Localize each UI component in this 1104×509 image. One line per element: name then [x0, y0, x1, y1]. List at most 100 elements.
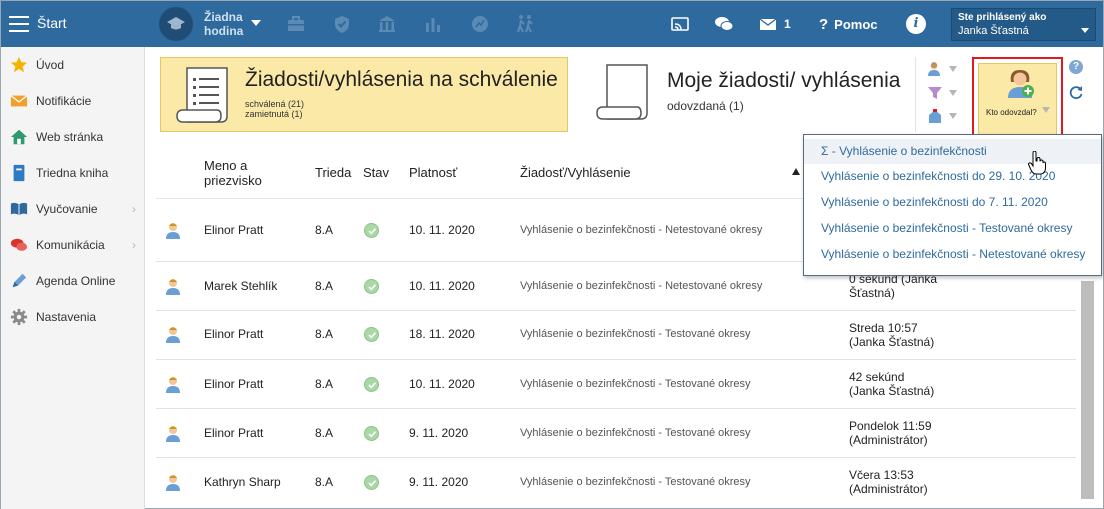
book-icon: [10, 164, 28, 182]
sidebar-item-nastavenia[interactable]: Nastavenia: [1, 299, 144, 335]
person-add-icon: [1008, 70, 1034, 98]
row-request-type: Vyhlásenie o bezinfekčnosti - Netestovan…: [520, 224, 763, 236]
column-header-request[interactable]: Žiadosť/Vyhlásenie: [520, 165, 631, 180]
person-icon: [166, 327, 180, 343]
sidebar-item-label: Úvod: [36, 58, 65, 72]
menu-icon[interactable]: [9, 16, 29, 32]
approved-check-icon: [364, 327, 379, 342]
row-name[interactable]: Elinor Pratt: [204, 327, 263, 341]
row-name[interactable]: Kathryn Sharp: [204, 475, 281, 489]
row-name[interactable]: Elinor Pratt: [204, 426, 263, 440]
info-icon[interactable]: i: [906, 14, 926, 34]
class-filter-button[interactable]: [927, 106, 963, 126]
column-header-name[interactable]: Meno a priezvisko: [204, 158, 274, 188]
sort-ascending-icon[interactable]: [792, 168, 800, 175]
chevron-down-icon: [1081, 28, 1089, 33]
row-time: Streda 10:57 (Janka Šťastná): [849, 321, 935, 349]
submitted-count: odovzdaná (1): [667, 99, 744, 113]
help-icon[interactable]: ?: [1069, 60, 1083, 74]
approved-check-icon: [364, 475, 379, 490]
refresh-icon[interactable]: [1068, 84, 1084, 100]
lesson-selector[interactable]: Žiadna hodina: [204, 10, 243, 38]
chart-circle-icon[interactable]: [469, 13, 491, 35]
dropdown-option[interactable]: Vyhlásenie o bezinfekčnosti - Netestovan…: [804, 242, 1101, 267]
message-count-badge: 1: [784, 17, 791, 31]
chevron-down-icon[interactable]: [251, 20, 261, 26]
chevron-right-icon: ›: [132, 202, 136, 216]
top-bar: Štart Žiadna hodina 1 ? Pomoc i Ste prihl…: [1, 1, 1103, 47]
row-time: Včera 13:53 (Administrátor): [849, 468, 928, 496]
chat-icon[interactable]: [713, 13, 735, 35]
scrollbar-thumb[interactable]: [1081, 281, 1094, 499]
help-button[interactable]: ? Pomoc: [819, 16, 878, 33]
dropdown-option[interactable]: Σ - Vyhlásenie o bezinfekčnosti: [804, 139, 1101, 164]
request-type-dropdown: Σ - Vyhlásenie o bezinfekčnosti Vyhlásen…: [803, 134, 1102, 276]
column-header-class[interactable]: Trieda: [315, 165, 351, 180]
row-time: 0 sekúnd (Janka Šťastná): [849, 272, 938, 300]
person-filter-icon: [928, 62, 940, 76]
who-submitted-button[interactable]: Kto odovzdal?: [978, 63, 1057, 135]
filter-button[interactable]: [927, 83, 963, 103]
shield-icon[interactable]: [331, 13, 353, 35]
open-book-icon: [10, 200, 28, 218]
cast-icon[interactable]: [669, 13, 691, 35]
person-filter-button[interactable]: [927, 59, 963, 79]
row-validity: 9. 11. 2020: [409, 426, 469, 440]
person-icon: [166, 223, 180, 239]
row-class: 8.A: [315, 426, 334, 440]
gear-icon: [10, 308, 28, 326]
row-validity: 10. 11. 2020: [409, 223, 475, 237]
sidebar-item-vyucovanie[interactable]: Vyučovanie ›: [1, 191, 144, 227]
question-icon: ?: [819, 16, 829, 33]
start-label[interactable]: Štart: [37, 15, 67, 31]
requests-to-approve-card[interactable]: Žiadosti/vyhlásenia na schválenie schvál…: [160, 57, 568, 132]
sidebar-item-komunikacia[interactable]: Komunikácia ›: [1, 227, 144, 263]
sidebar-item-label: Vyučovanie: [36, 202, 98, 216]
approved-check-icon: [364, 223, 379, 238]
requests-title: Žiadosti/vyhlásenia na schválenie: [245, 68, 558, 91]
briefcase-icon[interactable]: [285, 13, 307, 35]
row-request-type: Vyhlásenie o bezinfekčnosti - Testované …: [520, 476, 751, 488]
who-submitted-highlight: Kto odovzdal?: [972, 57, 1063, 141]
row-time: Pondelok 11:59 (Administrátor): [849, 419, 932, 447]
chevron-down-icon: [1042, 107, 1050, 113]
sidebar-item-label: Nastavenia: [36, 310, 97, 324]
sidebar-item-label: Web stránka: [36, 130, 104, 144]
sidebar-item-label: Triedna kniha: [36, 166, 109, 180]
column-header-validity[interactable]: Platnosť: [409, 165, 457, 180]
my-requests-card[interactable]: Moje žiadosti/ vyhlásenia odovzdaná (1): [579, 57, 909, 132]
rejected-count: zamietnutá (1): [245, 109, 303, 119]
sidebar-item-label: Notifikácie: [36, 94, 92, 108]
dropdown-option[interactable]: Vyhlásenie o bezinfekčnosti - Testované …: [804, 216, 1101, 241]
school-building-icon[interactable]: [376, 13, 398, 35]
row-time: 42 sekúnd (Janka Šťastná): [849, 370, 935, 398]
row-validity: 10. 11. 2020: [409, 279, 475, 293]
chat-bubbles-icon: [10, 236, 28, 254]
bar-chart-icon[interactable]: [422, 13, 444, 35]
row-request-type: Vyhlásenie o bezinfekčnosti - Testované …: [520, 427, 751, 439]
sidebar-item-uvod[interactable]: Úvod: [1, 47, 144, 83]
column-header-state[interactable]: Stav: [363, 165, 389, 180]
dropdown-option[interactable]: Vyhlásenie o bezinfekčnosti do 7. 11. 20…: [804, 190, 1101, 215]
pencil-icon: [10, 272, 28, 290]
mail-icon[interactable]: [757, 13, 779, 35]
blank-scroll-icon: [596, 64, 648, 120]
user-menu[interactable]: Ste prihlásený ako Janka Šťastná: [951, 8, 1096, 41]
chevron-down-icon: [949, 90, 957, 96]
sidebar-item-web[interactable]: Web stránka: [1, 119, 144, 155]
row-class: 8.A: [315, 475, 334, 489]
approved-check-icon: [364, 377, 379, 392]
sidebar-item-notifikacie[interactable]: Notifikácie: [1, 83, 144, 119]
document-scroll-icon: [176, 67, 228, 123]
sidebar-item-agenda-online[interactable]: Agenda Online: [1, 263, 144, 299]
school-icon: [929, 109, 941, 123]
dropdown-option[interactable]: Vyhlásenie o bezinfekčnosti do 29. 10. 2…: [804, 164, 1101, 189]
sidebar-item-triedna-kniha[interactable]: Triedna kniha: [1, 155, 144, 191]
chevron-down-icon: [949, 66, 957, 72]
row-name[interactable]: Elinor Pratt: [204, 223, 263, 237]
row-name[interactable]: Marek Stehlík: [204, 279, 277, 293]
walking-people-icon[interactable]: [514, 13, 536, 35]
row-name[interactable]: Elinor Pratt: [204, 377, 263, 391]
graduation-cap-icon[interactable]: [159, 7, 193, 41]
divider: [915, 57, 916, 132]
